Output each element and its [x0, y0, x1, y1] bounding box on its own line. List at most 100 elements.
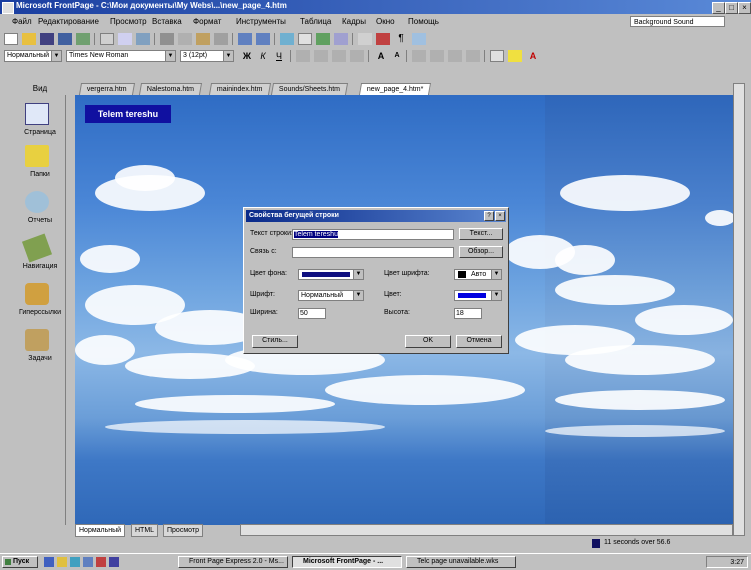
menu-table[interactable]: Таблица	[300, 17, 331, 26]
height-input[interactable]: 18	[454, 308, 482, 319]
align-left-icon[interactable]	[296, 50, 310, 62]
menu-file[interactable]: Файл	[12, 17, 32, 26]
tab-new-page-4[interactable]: new_page_4.htm*	[358, 83, 432, 95]
preview-icon[interactable]	[118, 33, 132, 45]
view-label-reports[interactable]: Отчеты	[15, 217, 65, 224]
menu-window[interactable]: Окно	[376, 17, 395, 26]
spelling-icon[interactable]	[136, 33, 150, 45]
link-input[interactable]	[292, 247, 454, 258]
hyperlinks-view-icon[interactable]	[25, 283, 49, 305]
marquee-text[interactable]: Telem tereshu	[85, 105, 171, 123]
start-button[interactable]: Пуск	[2, 556, 38, 568]
task-page-unavailable[interactable]: Telc page unavailable.wks	[406, 556, 516, 568]
tasks-view-icon[interactable]	[25, 329, 49, 351]
bulleted-list-icon[interactable]	[430, 50, 444, 62]
view-label-page[interactable]: Страница	[15, 129, 65, 136]
help-search-box[interactable]: Background Sound	[630, 16, 725, 27]
paragraph-marks-icon[interactable]: ¶	[394, 33, 408, 45]
numbered-list-icon[interactable]	[412, 50, 426, 62]
help-icon[interactable]	[412, 33, 426, 45]
copy-icon[interactable]	[178, 33, 192, 45]
undo-icon[interactable]	[238, 33, 252, 45]
tab-html[interactable]: HTML	[131, 524, 159, 537]
tab-normal[interactable]: Нормальный	[75, 524, 126, 537]
format-painter-icon[interactable]	[214, 33, 228, 45]
publish-icon[interactable]	[58, 33, 72, 45]
menu-edit[interactable]: Редактирование	[38, 17, 99, 26]
align-right-icon[interactable]	[332, 50, 346, 62]
refresh-icon[interactable]	[358, 33, 372, 45]
close-button[interactable]: ×	[738, 2, 751, 14]
color-select[interactable]: ▼	[454, 290, 502, 301]
indent-icon[interactable]	[466, 50, 480, 62]
quicklaunch-app-icon[interactable]	[96, 557, 106, 567]
view-label-folders[interactable]: Папки	[15, 171, 65, 178]
view-label-navigation[interactable]: Навигация	[15, 263, 65, 270]
decrease-font-icon[interactable]: A	[390, 50, 404, 62]
quicklaunch-desktop-icon[interactable]	[70, 557, 80, 567]
menu-frames[interactable]: Кадры	[342, 17, 366, 26]
dialog-help-button[interactable]: Текст...	[459, 228, 503, 240]
menu-tools[interactable]: Инструменты	[236, 17, 286, 26]
cut-icon[interactable]	[160, 33, 174, 45]
marquee-text-input[interactable]: Telem tereshu	[292, 229, 454, 240]
task-frontpage-express[interactable]: Front Page Express 2.0 - Ms...	[178, 556, 288, 568]
hyperlink-icon[interactable]	[334, 33, 348, 45]
background-color-select[interactable]: ▼	[298, 269, 364, 280]
menu-view[interactable]: Просмотр	[110, 17, 147, 26]
tab-vergerra[interactable]: vergerra.htm	[78, 83, 135, 95]
folders-view-icon[interactable]	[25, 145, 49, 167]
quicklaunch-channels-icon[interactable]	[83, 557, 93, 567]
open-folder-icon[interactable]	[22, 33, 36, 45]
view-label-hyperlinks[interactable]: Гиперссылки	[15, 309, 65, 316]
paste-icon[interactable]	[196, 33, 210, 45]
dialog-close-icon[interactable]: ×	[495, 211, 505, 221]
dialog-help-icon[interactable]: ?	[484, 211, 494, 221]
maximize-button[interactable]: □	[725, 2, 738, 14]
style-select[interactable]: Нормальный ▼	[4, 50, 62, 62]
bold-button[interactable]: Ж	[240, 50, 254, 62]
task-microsoft-frontpage[interactable]: Microsoft FrontPage - ...	[292, 556, 402, 568]
horizontal-scrollbar[interactable]	[240, 524, 733, 536]
tab-sounds[interactable]: Sounds/Sheets.htm	[270, 83, 349, 95]
highlight-icon[interactable]	[508, 50, 522, 62]
print-icon[interactable]	[100, 33, 114, 45]
quicklaunch-app-icon[interactable]	[109, 557, 119, 567]
insert-picture-icon[interactable]	[316, 33, 330, 45]
style-button[interactable]: Стиль...	[252, 335, 298, 348]
width-input[interactable]: 50	[298, 308, 326, 319]
view-label-tasks[interactable]: Задачи	[15, 355, 65, 362]
browse-button[interactable]: Обзор...	[459, 246, 503, 258]
redo-icon[interactable]	[256, 33, 270, 45]
navigation-view-icon[interactable]	[21, 233, 53, 263]
border-icon[interactable]	[490, 50, 504, 62]
new-page-icon[interactable]	[4, 33, 18, 45]
font-size-select[interactable]: 3 (12pt) ▼	[180, 50, 234, 62]
font-color-select[interactable]: Авто ▼	[454, 269, 502, 280]
outdent-icon[interactable]	[448, 50, 462, 62]
vertical-scrollbar[interactable]	[733, 83, 745, 536]
minimize-button[interactable]: _	[712, 2, 725, 14]
menu-format[interactable]: Формат	[193, 17, 221, 26]
quicklaunch-outlook-icon[interactable]	[57, 557, 67, 567]
justify-icon[interactable]	[350, 50, 364, 62]
menu-insert[interactable]: Вставка	[152, 17, 182, 26]
font-select[interactable]: Нормальный ▼	[298, 290, 364, 301]
insert-table-icon[interactable]	[298, 33, 312, 45]
menu-help[interactable]: Помощь	[408, 17, 439, 26]
insert-component-icon[interactable]	[280, 33, 294, 45]
folder-list-icon[interactable]	[76, 33, 90, 45]
page-view-icon[interactable]	[25, 103, 49, 125]
align-center-icon[interactable]	[314, 50, 328, 62]
cancel-button[interactable]: Отмена	[456, 335, 502, 348]
tab-mainindex[interactable]: mainindex.htm	[208, 83, 271, 95]
increase-font-icon[interactable]: A	[374, 50, 388, 62]
tab-preview[interactable]: Просмотр	[163, 524, 203, 537]
font-select[interactable]: Times New Roman ▼	[66, 50, 176, 62]
quicklaunch-ie-icon[interactable]	[44, 557, 54, 567]
font-color-icon[interactable]: A	[526, 50, 540, 62]
underline-button[interactable]: Ч	[272, 50, 286, 62]
tab-nalestoma[interactable]: Nalestoma.htm	[138, 83, 203, 95]
save-icon[interactable]	[40, 33, 54, 45]
italic-button[interactable]: К	[256, 50, 270, 62]
